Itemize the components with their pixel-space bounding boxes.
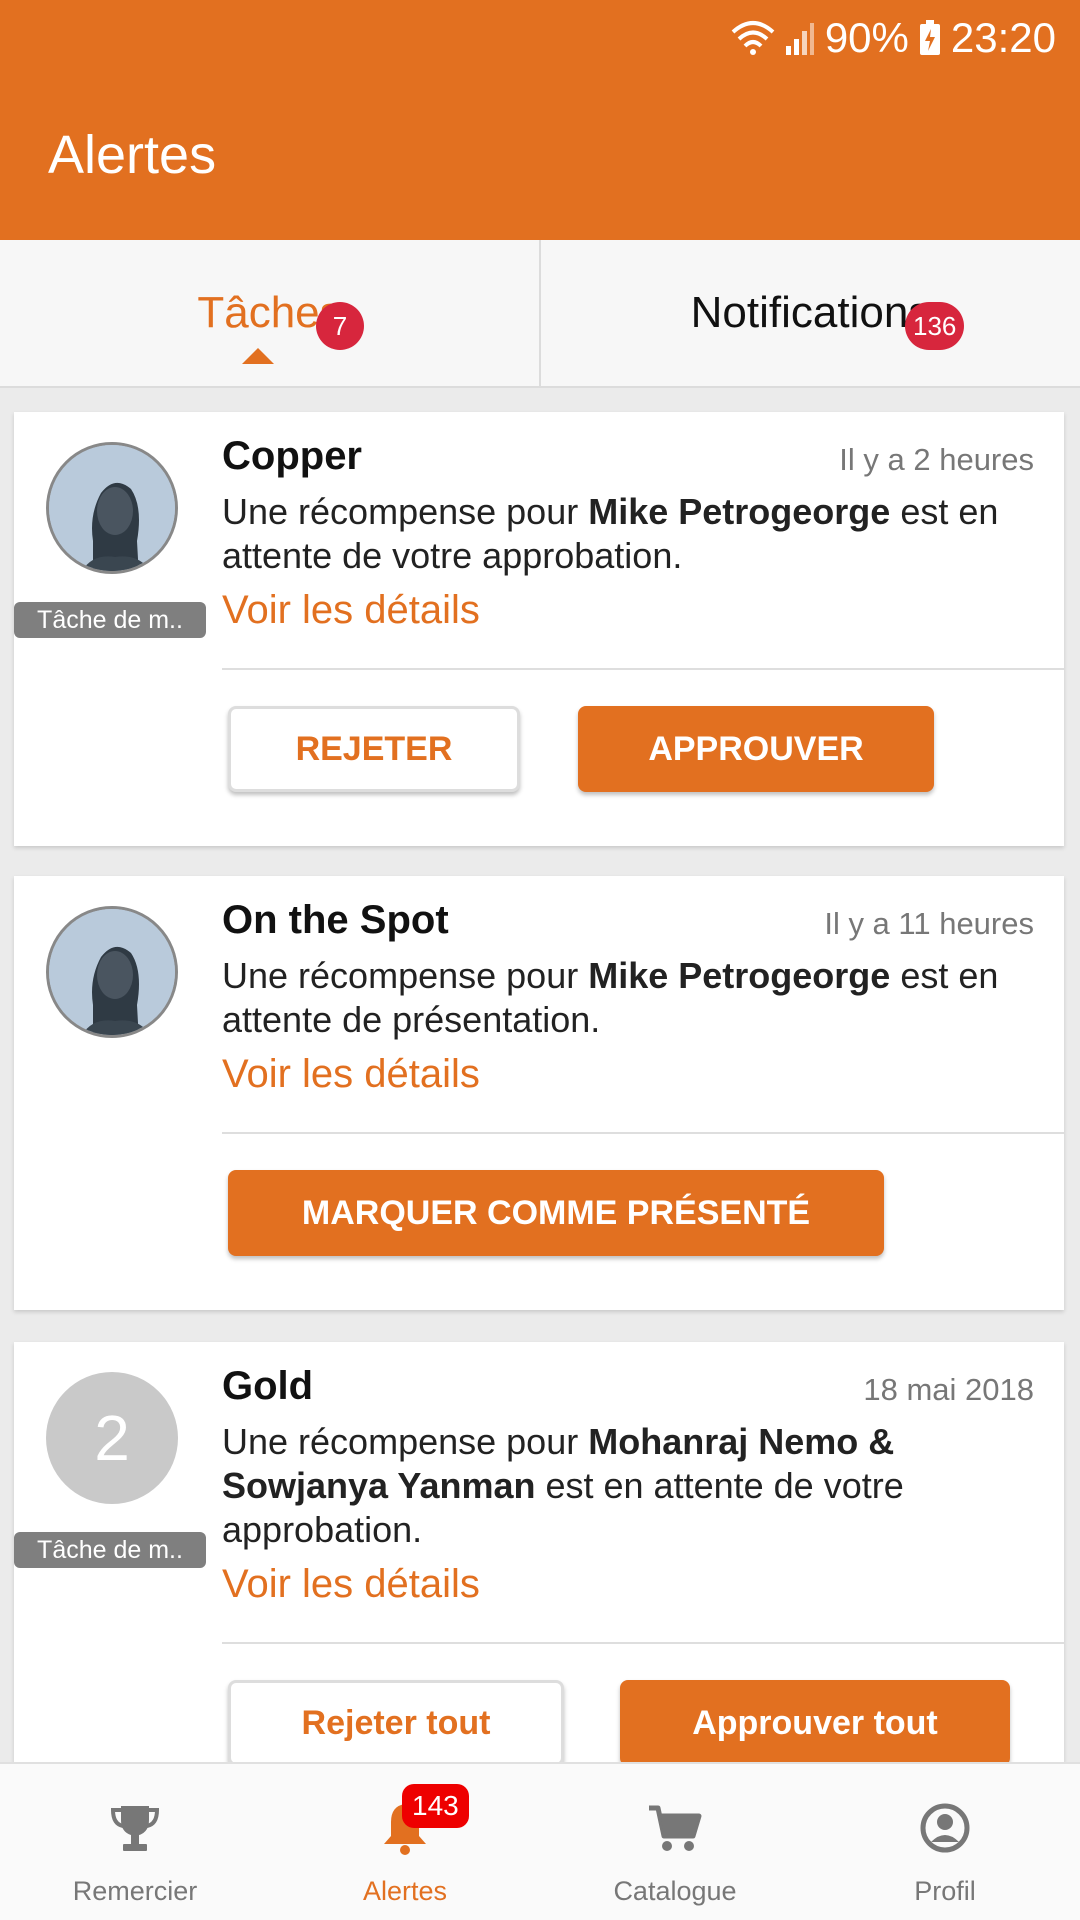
tab-taches[interactable]: Tâches 7: [0, 240, 539, 386]
profile-icon: [919, 1798, 971, 1858]
page-title: Alertes: [48, 125, 217, 185]
recipient-name: Mike Petrogeorge: [588, 491, 891, 532]
cart-icon: [647, 1798, 703, 1858]
reject-all-button[interactable]: Rejeter tout: [228, 1680, 564, 1766]
mark-presented-button[interactable]: MARQUER COMME PRÉSENTÉ: [228, 1170, 884, 1256]
nav-label: Remercier: [72, 1876, 198, 1906]
task-card: 2 Tâche de m.. Gold 18 mai 2018 Une réco…: [14, 1342, 1064, 1766]
nav-item-remercier[interactable]: Remercier: [0, 1764, 270, 1920]
nav-item-alertes[interactable]: 143 Alertes: [270, 1764, 540, 1920]
recipient-name: Mike Petrogeorge: [588, 955, 891, 996]
task-type-tag: Tâche de m..: [14, 1532, 206, 1568]
nav-alertes-badge: 143: [402, 1784, 469, 1828]
card-timestamp: 18 mai 2018: [863, 1372, 1034, 1407]
tab-notifications-badge: 136: [905, 302, 965, 350]
group-count-avatar: 2: [46, 1372, 178, 1504]
view-details-link[interactable]: Voir les détails: [222, 588, 480, 633]
card-title: Copper: [222, 434, 362, 478]
task-type-tag: Tâche de m..: [14, 602, 206, 638]
avatar: [46, 906, 178, 1038]
card-divider: [222, 1132, 1064, 1134]
card-divider: [222, 1642, 1064, 1644]
battery-level: 90%: [824, 14, 909, 61]
tab-notifications-label: Notifications: [690, 288, 931, 337]
nav-label: Catalogue: [613, 1876, 737, 1906]
clock: 23:20: [950, 14, 1056, 61]
card-description: Une récompense pour Mike Petrogeorge est…: [222, 955, 999, 1040]
card-timestamp: Il y a 2 heures: [839, 442, 1034, 477]
battery-charging-icon: [919, 20, 941, 56]
tab-notifications[interactable]: Notifications 136: [539, 240, 1080, 386]
signal-icon: [785, 20, 815, 56]
active-tab-indicator: [241, 348, 274, 364]
app-bar: 90% 23:20 Alertes: [0, 0, 1080, 240]
avatar: [46, 442, 178, 574]
view-details-link[interactable]: Voir les détails: [222, 1052, 480, 1097]
bottom-navigation: Remercier 143 Alertes Catalogue Profil: [0, 1762, 1080, 1920]
task-card: Tâche de m.. Copper Il y a 2 heures Une …: [14, 412, 1064, 846]
card-divider: [222, 668, 1064, 670]
approve-all-button[interactable]: Approuver tout: [620, 1680, 1010, 1766]
status-bar: 90% 23:20: [731, 10, 1056, 66]
trophy-icon: [109, 1798, 161, 1858]
card-timestamp: Il y a 11 heures: [824, 906, 1034, 941]
card-title: Gold: [222, 1364, 314, 1408]
nav-label: Profil: [914, 1876, 976, 1906]
reject-button[interactable]: REJETER: [228, 706, 520, 792]
wifi-icon: [731, 20, 775, 56]
approve-button[interactable]: APPROUVER: [578, 706, 934, 792]
nav-item-catalogue[interactable]: Catalogue: [540, 1764, 810, 1920]
nav-label: Alertes: [362, 1876, 448, 1906]
task-card: On the Spot Il y a 11 heures Une récompe…: [14, 876, 1064, 1310]
view-details-link[interactable]: Voir les détails: [222, 1562, 480, 1607]
card-description: Une récompense pour Mike Petrogeorge est…: [222, 491, 999, 576]
card-description: Une récompense pour Mohanraj Nemo & Sowj…: [222, 1421, 904, 1550]
tab-taches-badge: 7: [316, 302, 364, 350]
card-title: On the Spot: [222, 898, 449, 942]
tab-bar: Tâches 7 Notifications 136: [0, 240, 1080, 388]
nav-item-profil[interactable]: Profil: [810, 1764, 1080, 1920]
